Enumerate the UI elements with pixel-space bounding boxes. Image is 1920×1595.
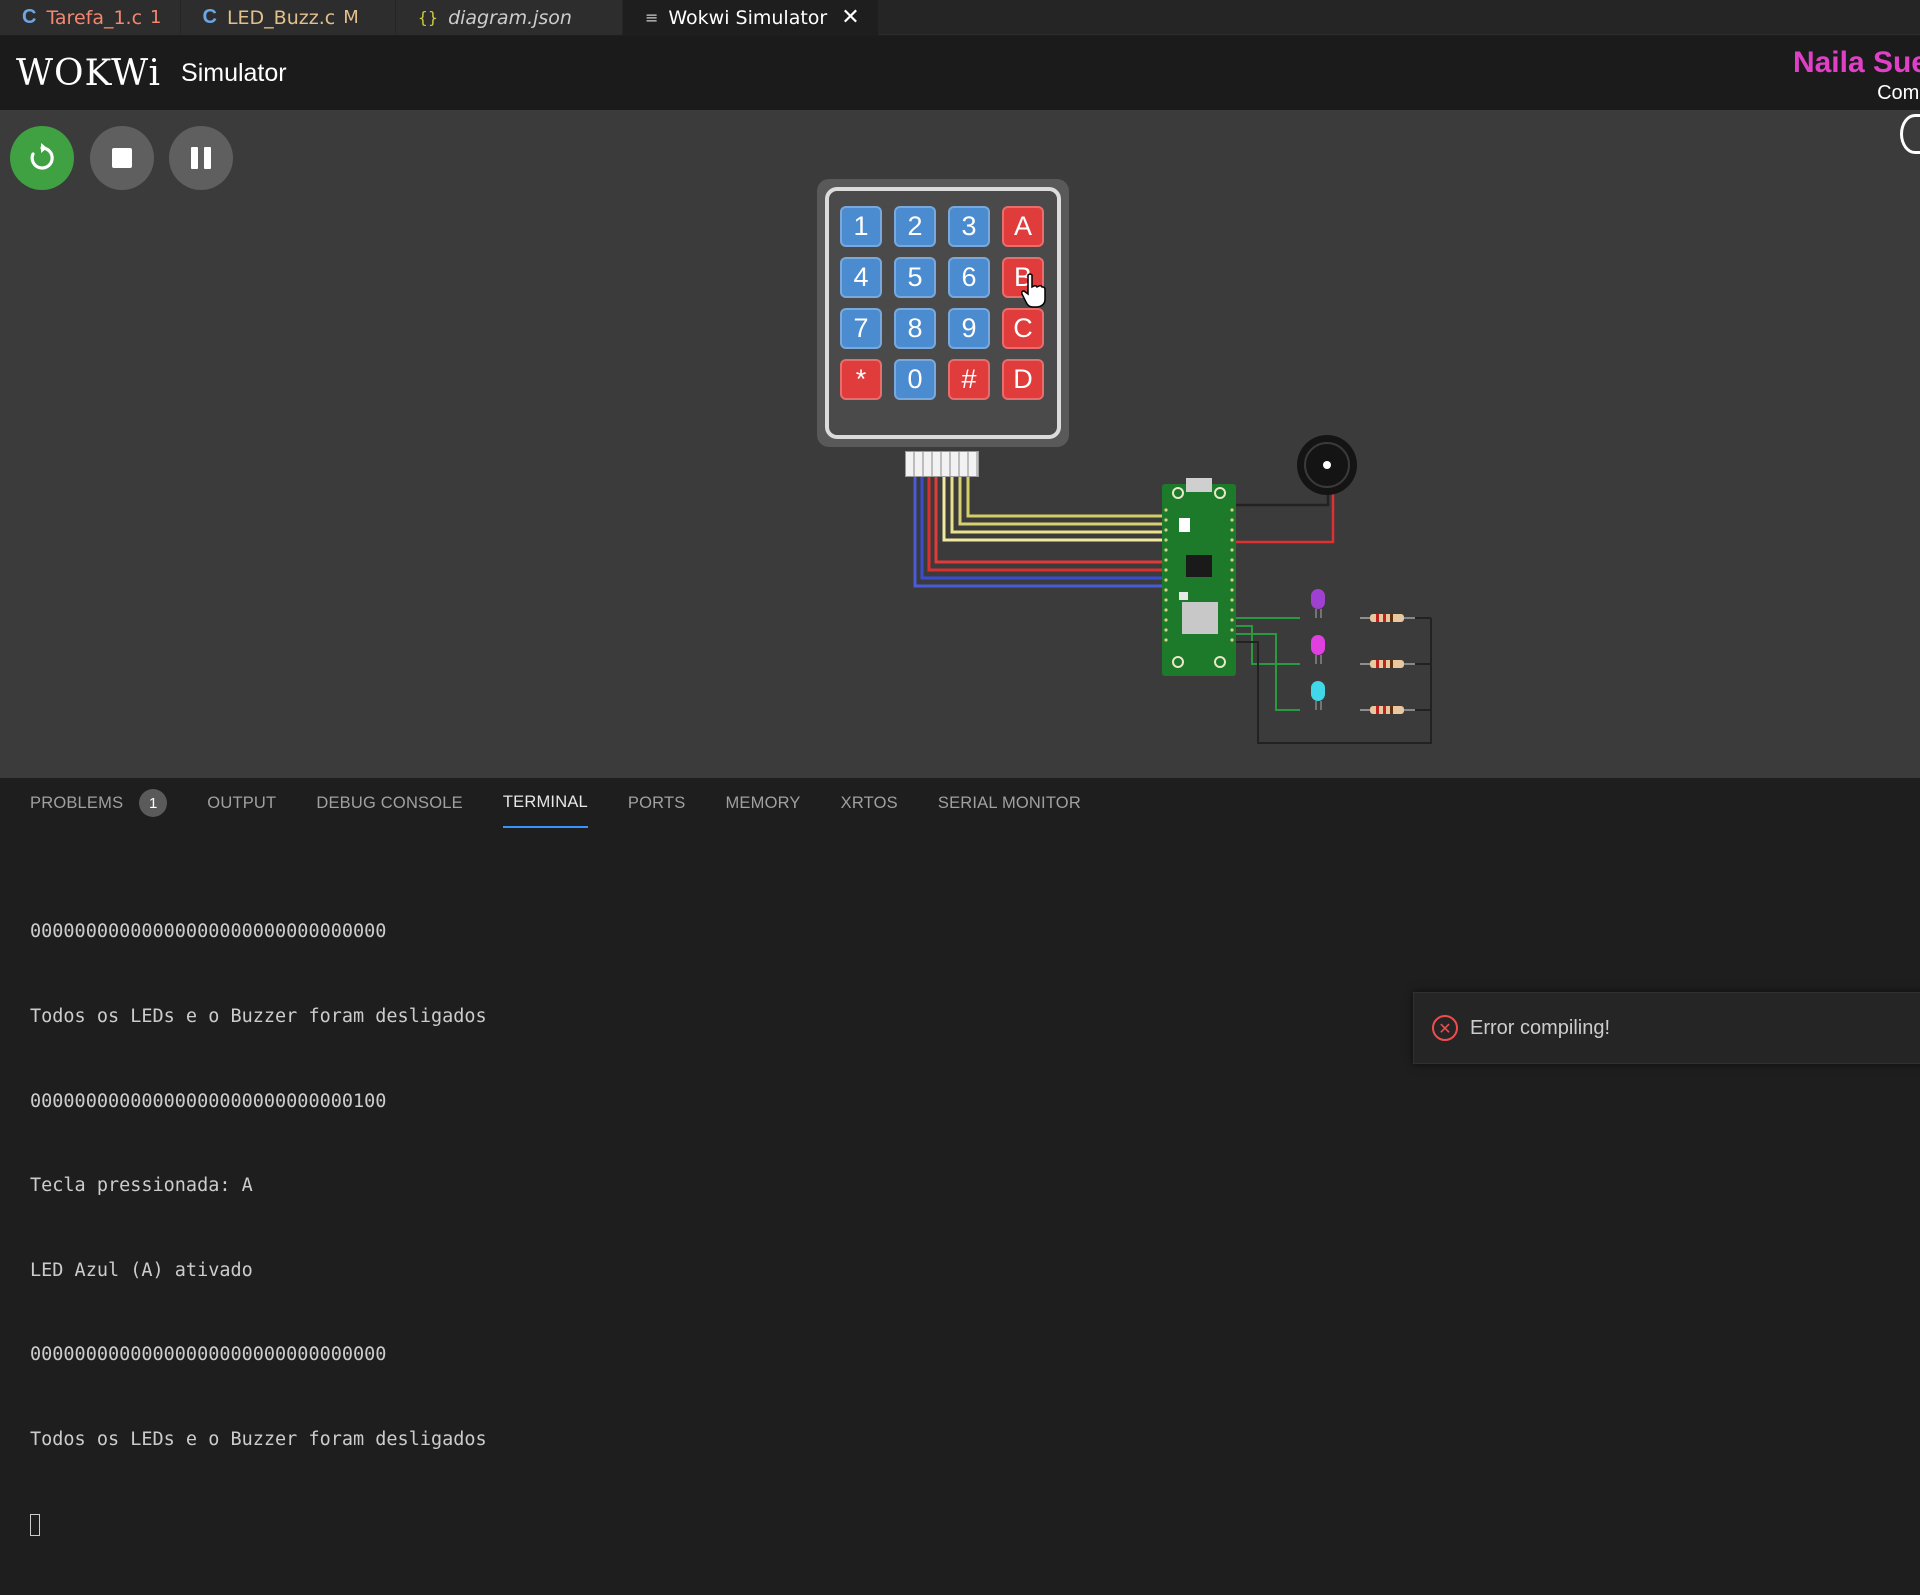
terminal-output[interactable]: 00000000000000000000000000000000 Todos o… bbox=[30, 862, 487, 1595]
c-file-icon: C bbox=[202, 6, 217, 28]
user-subtitle: Comr bbox=[1877, 82, 1920, 104]
led-purple[interactable] bbox=[1311, 589, 1325, 618]
tab-label: PROBLEMS bbox=[30, 793, 124, 812]
terminal-line: LED Azul (A) ativado bbox=[30, 1259, 253, 1281]
tab-label: diagram.json bbox=[448, 6, 572, 29]
key-a[interactable]: A bbox=[1002, 206, 1044, 247]
tab-diagram-json[interactable]: {} diagram.json bbox=[395, 0, 623, 35]
notification-message: Error compiling! bbox=[1470, 1016, 1611, 1039]
pico-w-board[interactable] bbox=[1162, 478, 1236, 676]
tab-led-buzz-c[interactable]: C LED_Buzz.c M bbox=[180, 0, 396, 35]
tab-serial-monitor[interactable]: SERIAL MONITOR bbox=[938, 778, 1081, 828]
key-4[interactable]: 4 bbox=[840, 257, 882, 298]
keypad-frame: 1 2 3 A 4 5 6 B 7 8 9 C * 0 # D bbox=[825, 187, 1061, 439]
terminal-line: 00000000000000000000000000000100 bbox=[30, 1090, 387, 1112]
terminal-line: 00000000000000000000000000000000 bbox=[30, 921, 387, 943]
tab-label: Tarefa_1.c bbox=[46, 6, 143, 29]
preview-icon: ≡ bbox=[644, 8, 659, 27]
key-6[interactable]: 6 bbox=[948, 257, 990, 298]
tab-memory[interactable]: MEMORY bbox=[725, 778, 800, 828]
keypad-connector bbox=[905, 451, 979, 477]
key-1[interactable]: 1 bbox=[840, 206, 882, 247]
simulator-header: WOKWi Simulator Naila Sue Comr bbox=[0, 36, 1920, 110]
membrane-keypad: 1 2 3 A 4 5 6 B 7 8 9 C * 0 # D bbox=[817, 179, 1069, 447]
wokwi-logo: WOKWi bbox=[16, 52, 162, 94]
tab-xrtos[interactable]: XRTOS bbox=[841, 778, 898, 828]
resistor-3[interactable] bbox=[1360, 706, 1415, 714]
terminal-line: Todos os LEDs e o Buzzer foram desligado… bbox=[30, 1429, 487, 1451]
close-icon[interactable]: ✕ bbox=[841, 5, 859, 30]
tab-modified-indicator: M bbox=[343, 7, 359, 28]
key-3[interactable]: 3 bbox=[948, 206, 990, 247]
tab-label: LED_Buzz.c bbox=[226, 6, 336, 29]
editor-tab-bar: C Tarefa_1.c 1 C LED_Buzz.c M {} diagram… bbox=[0, 0, 1920, 35]
tab-problems[interactable]: PROBLEMS 1 bbox=[30, 778, 168, 828]
led-magenta[interactable] bbox=[1311, 635, 1325, 664]
resistor-1[interactable] bbox=[1360, 614, 1415, 622]
led-cyan[interactable] bbox=[1311, 681, 1325, 710]
problems-count-badge: 1 bbox=[139, 789, 168, 817]
key-star[interactable]: * bbox=[840, 359, 882, 400]
key-c[interactable]: C bbox=[1002, 308, 1044, 349]
tab-terminal[interactable]: TERMINAL bbox=[502, 778, 588, 828]
key-2[interactable]: 2 bbox=[894, 206, 936, 247]
key-5[interactable]: 5 bbox=[894, 257, 936, 298]
key-8[interactable]: 8 bbox=[894, 308, 936, 349]
error-icon: ✕ bbox=[1432, 1015, 1458, 1041]
panel-tab-bar: PROBLEMS 1 OUTPUT DEBUG CONSOLE TERMINAL… bbox=[30, 778, 1121, 828]
key-0[interactable]: 0 bbox=[894, 359, 936, 400]
error-notification[interactable]: ✕ Error compiling! bbox=[1413, 992, 1920, 1064]
key-d[interactable]: D bbox=[1002, 359, 1044, 400]
hand-pointer-icon bbox=[1021, 273, 1046, 308]
page-title: Simulator bbox=[181, 58, 287, 87]
key-9[interactable]: 9 bbox=[948, 308, 990, 349]
terminal-line: Todos os LEDs e o Buzzer foram desligado… bbox=[30, 1006, 487, 1028]
terminal-line: Tecla pressionada: A bbox=[30, 1175, 253, 1197]
tab-ports[interactable]: PORTS bbox=[628, 778, 686, 828]
c-file-icon: C bbox=[22, 6, 37, 28]
simulation-canvas[interactable]: 1 2 3 A 4 5 6 B 7 8 9 C * 0 # D bbox=[0, 110, 1920, 778]
terminal-line: 00000000000000000000000000000000 bbox=[30, 1344, 387, 1366]
terminal-cursor[interactable] bbox=[30, 1513, 40, 1536]
resistor-2[interactable] bbox=[1360, 660, 1415, 668]
tab-wokwi-simulator[interactable]: ≡ Wokwi Simulator ✕ bbox=[622, 0, 879, 35]
json-file-icon: {} bbox=[417, 8, 439, 27]
user-name[interactable]: Naila Sue bbox=[1793, 46, 1920, 80]
tab-label: Wokwi Simulator bbox=[668, 6, 828, 29]
tab-debug-console[interactable]: DEBUG CONSOLE bbox=[316, 778, 463, 828]
tab-problem-count: 1 bbox=[150, 7, 162, 28]
tab-tarefa-1-c[interactable]: C Tarefa_1.c 1 bbox=[0, 0, 181, 35]
buzzer[interactable] bbox=[1297, 435, 1357, 495]
key-hash[interactable]: # bbox=[948, 359, 990, 400]
key-7[interactable]: 7 bbox=[840, 308, 882, 349]
tab-output[interactable]: OUTPUT bbox=[207, 778, 276, 828]
